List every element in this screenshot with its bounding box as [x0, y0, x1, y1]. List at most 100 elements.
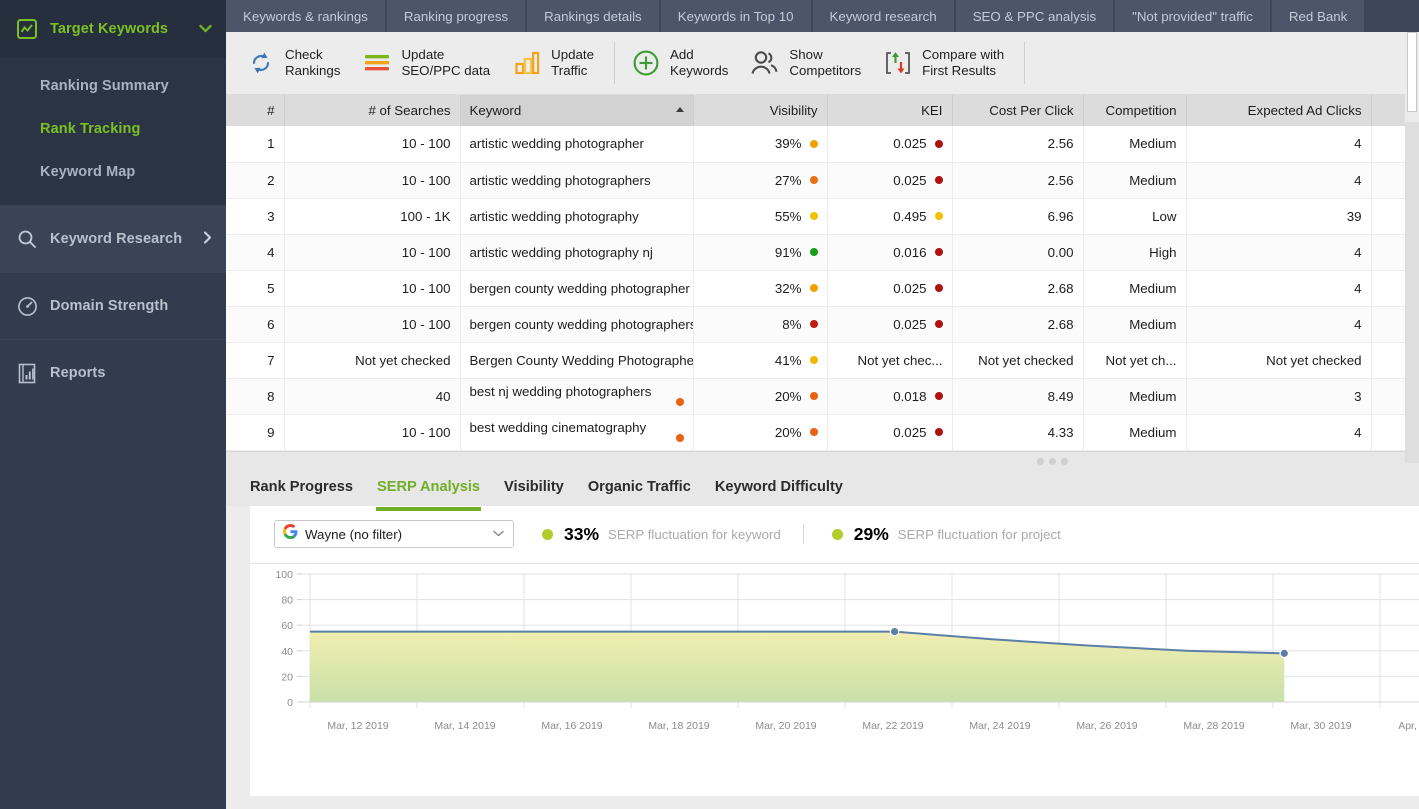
show-competitors-button[interactable]: Show Competitors — [748, 40, 881, 86]
col-header-visibility[interactable]: Visibility — [693, 95, 828, 126]
tab-label: Keywords in Top 10 — [677, 8, 794, 24]
cell-kei: 0.495 — [827, 198, 953, 235]
scrollbar-thumb[interactable] — [1407, 32, 1417, 112]
cell-kei: 0.025 — [827, 270, 953, 307]
table-row[interactable]: 4 10 - 100 artistic wedding photography nj… — [226, 234, 1419, 271]
sidebar-item-label: Domain Strength — [50, 298, 169, 314]
plus-circle-icon — [629, 49, 663, 77]
tab-visibility[interactable]: Visibility — [492, 468, 576, 506]
check-rankings-button[interactable]: Check Rankings — [244, 40, 360, 86]
cell-kei: 0.018 — [827, 378, 953, 415]
tab-label: Visibility — [504, 478, 564, 495]
svg-text:60: 60 — [281, 620, 293, 632]
col-header-cost-per-click[interactable]: Cost Per Click — [952, 95, 1084, 126]
table-row[interactable]: 9 10 - 100 best wedding cinematography 20% 0… — [226, 414, 1419, 451]
cell-competition: Medium — [1083, 126, 1187, 163]
tab-rank-progress[interactable]: Rank Progress — [250, 468, 365, 506]
tab-red-bank[interactable]: Red Bank — [1271, 0, 1365, 32]
table-row[interactable]: 6 10 - 100 bergen county wedding photograp… — [226, 306, 1419, 343]
cell-cost-per-click: 4.33 — [952, 414, 1084, 451]
cell-competition-value: Medium — [1129, 280, 1177, 296]
report-icon — [16, 362, 38, 384]
update-traffic-button[interactable]: Update Traffic — [510, 40, 614, 86]
sidebar-section-target-keywords[interactable]: Target Keywords — [0, 0, 226, 58]
tab-seo-and-ppc-analysis[interactable]: SEO & PPC analysis — [955, 0, 1114, 32]
col-header-expected-ad-clicks[interactable]: Expected Ad Clicks — [1186, 95, 1372, 126]
cell-visibility: 27% — [693, 162, 828, 199]
serp-panel-header: Wayne (no filter) 33% SERP fluctuation f… — [250, 506, 1419, 563]
tab-label: Keyword Difficulty — [714, 478, 843, 495]
sort-asc-icon — [675, 107, 684, 112]
cell-expected-ad-clicks: 4 — [1186, 162, 1372, 199]
cell-keyword-value: Bergen County Wedding Photographer — [469, 352, 693, 368]
cell-keyword-value: artistic wedding photographer — [469, 136, 644, 152]
add-keywords-button[interactable]: Add Keywords — [629, 40, 748, 86]
tab-keyword-difficulty[interactable]: Keyword Difficulty — [703, 468, 855, 506]
col-header-competition[interactable]: Competition — [1083, 95, 1187, 126]
svg-text:Mar, 20 2019: Mar, 20 2019 — [755, 720, 816, 732]
panel-splitter[interactable] — [226, 450, 1419, 468]
status-dot-icon — [934, 427, 943, 436]
cell-keyword-value: best nj wedding photographers — [469, 384, 652, 399]
col-header-keyword-label: Keyword — [469, 103, 522, 118]
compare-with-first-results-button[interactable]: Compare with First Results — [881, 40, 1024, 86]
cell-competition-value: Medium — [1129, 316, 1177, 332]
toolbar-divider — [614, 42, 616, 84]
status-dot-icon — [809, 247, 818, 256]
table-row[interactable]: 3 100 - 1K artistic wedding photography 55%… — [226, 198, 1419, 235]
tab-organic-traffic[interactable]: Organic Traffic — [576, 468, 703, 506]
tab-rankings-details[interactable]: Rankings details — [527, 0, 659, 32]
people-icon — [748, 49, 782, 77]
status-dot-icon — [675, 434, 684, 442]
sidebar-item-ranking-summary[interactable]: Ranking Summary — [0, 64, 226, 107]
sidebar-item-label: Ranking Summary — [40, 77, 169, 94]
cell-visibility-value: 20% — [774, 388, 802, 404]
cell-searches-value: 10 - 100 — [401, 316, 451, 332]
sidebar-item-keyword-research[interactable]: Keyword Research — [0, 205, 226, 272]
tab-serp-analysis[interactable]: SERP Analysis — [365, 468, 492, 511]
cell-kei-value: 0.025 — [893, 280, 927, 296]
col-header-kei[interactable]: KEI — [827, 95, 953, 126]
cell-cost-per-click-value: 2.68 — [1047, 280, 1074, 296]
table-row[interactable]: 2 10 - 100 artistic wedding photographers 2… — [226, 162, 1419, 199]
table-row[interactable]: 7 Not yet checked Bergen County Wedding Ph… — [226, 342, 1419, 379]
search-engine-select[interactable]: Wayne (no filter) — [274, 520, 514, 548]
svg-text:Mar, 28 2019: Mar, 28 2019 — [1183, 720, 1244, 732]
cell-searches: 10 - 100 — [284, 234, 461, 271]
tab-keyword-research[interactable]: Keyword research — [812, 0, 954, 32]
chevron-down-icon[interactable] — [493, 528, 504, 540]
chevron-down-icon[interactable] — [199, 23, 212, 35]
sidebar-item-domain-strength[interactable]: Domain Strength — [0, 272, 226, 339]
svg-text:Mar, 22 2019: Mar, 22 2019 — [862, 720, 923, 732]
cell-searches: 40 — [284, 378, 461, 415]
col-header-searches[interactable]: # of Searches — [284, 95, 461, 126]
sidebar-item-keyword-map[interactable]: Keyword Map — [0, 150, 226, 193]
tab-keywords-in-top-10[interactable]: Keywords in Top 10 — [660, 0, 811, 32]
cell-index: 4 — [226, 234, 285, 271]
cell-cost-per-click: 8.49 — [952, 378, 1084, 415]
table-row[interactable]: 1 10 - 100 artistic wedding photographer 39… — [226, 126, 1419, 163]
table-scroll-track[interactable] — [1405, 122, 1419, 463]
chevron-right-icon — [203, 231, 212, 247]
tab-ranking-progress[interactable]: Ranking progress — [386, 0, 526, 32]
cell-kei: 0.025 — [827, 126, 953, 163]
table-row[interactable]: 5 10 - 100 bergen county wedding photograp… — [226, 270, 1419, 307]
splitter-grip-icon[interactable] — [1037, 457, 1068, 465]
status-dot-icon — [934, 175, 943, 184]
status-dot-icon — [934, 139, 943, 148]
cell-cost-per-click-value: 2.68 — [1047, 316, 1074, 332]
cell-index: 3 — [226, 198, 285, 235]
cell-searches-value: Not yet checked — [355, 352, 451, 368]
tab-not-provided-traffic[interactable]: "Not provided" traffic — [1115, 0, 1270, 32]
col-header-index[interactable]: # — [226, 95, 285, 126]
sidebar-item-rank-tracking[interactable]: Rank Tracking — [0, 107, 226, 150]
sidebar-item-reports[interactable]: Reports — [0, 339, 226, 406]
sidebar-section-label: Target Keywords — [50, 21, 169, 37]
cell-index-value: 7 — [267, 352, 275, 368]
col-header-keyword[interactable]: Keyword — [460, 95, 694, 126]
update-seo-ppc-data-button[interactable]: Update SEO/PPC data — [360, 40, 510, 86]
table-row[interactable]: 8 40 best nj wedding photographers 20% 0.018… — [226, 378, 1419, 415]
tab-keywords-and-rankings[interactable]: Keywords & rankings — [226, 0, 385, 32]
button-label: Update Traffic — [551, 47, 594, 79]
label-line2: Traffic — [551, 63, 588, 78]
